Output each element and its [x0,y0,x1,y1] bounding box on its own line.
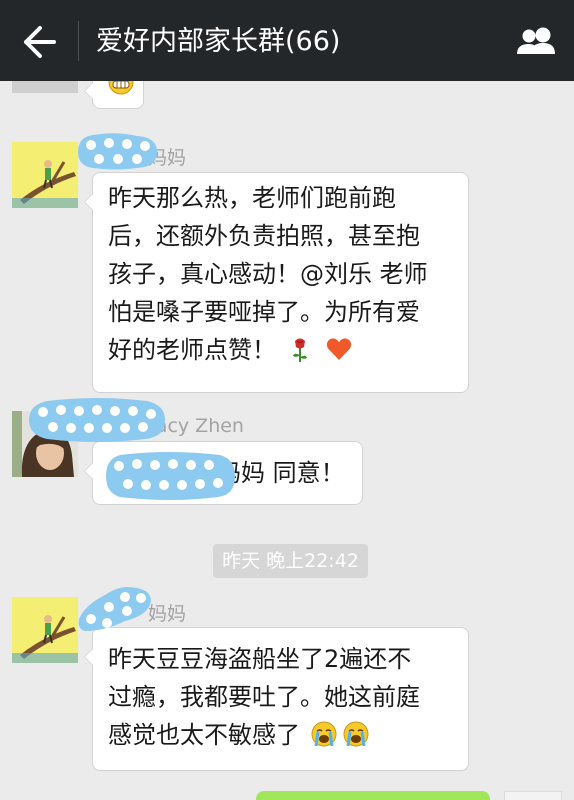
message-bubble[interactable] [84,81,144,109]
rose-icon [292,338,307,362]
message-bubble[interactable]: 昨天豆豆海盗船坐了2遍还不 过瘾，我都要吐了。她这前庭 感觉也太不敏感了 [84,627,469,771]
message-text-line: 怕是嗓子要哑掉了。为所有爱 [108,298,420,326]
avatar[interactable] [12,597,78,663]
message-text-line: 孩子，真心感动！@刘乐 老师 [108,260,428,288]
grinning-face-icon [108,81,134,95]
avatar[interactable] [12,142,78,208]
arrow-left-icon[interactable] [20,22,60,62]
header-divider [78,21,79,61]
avatar[interactable] [12,81,78,93]
chat-header: 爱好内部家长群(66) [0,0,574,81]
privacy-sticker [78,133,157,170]
privacy-sticker [106,452,235,500]
avatar[interactable] [504,791,562,800]
message-text-line: 好的老师点赞！ [108,336,276,364]
timestamp-badge: 昨天 晚上22:42 [213,544,368,578]
crying-face-icon [343,721,369,747]
message-text: 妈妈 同意！ [217,459,345,487]
sent-message-bubble[interactable] [256,791,490,800]
group-members-icon[interactable] [514,22,560,62]
privacy-sticker [78,587,151,631]
message-text-line: 过瘾，我都要吐了。她这前庭 [108,683,420,711]
message-bubble[interactable]: 昨天那么热，老师们跑前跑 后，还额外负责拍照，甚至抱 孩子，真心感动！@刘乐 老… [84,172,469,393]
message-text-line: 昨天那么热，老师们跑前跑 [108,184,396,212]
chat-title: 爱好内部家长群(66) [96,26,341,57]
heart-icon [327,338,352,360]
message-text-line: 昨天豆豆海盗船坐了2遍还不 [108,645,412,673]
privacy-sticker [29,398,165,442]
message-text-line: 感觉也太不敏感了 [108,721,300,749]
message-text-line: 后，还额外负责拍照，甚至抱 [108,222,420,250]
crying-face-icon [311,721,337,747]
chat-message-list[interactable]: 妈妈 昨天那么热，老师们跑前跑 后，还额外负责拍照，甚至抱 孩子，真心感动！@刘… [0,81,574,800]
